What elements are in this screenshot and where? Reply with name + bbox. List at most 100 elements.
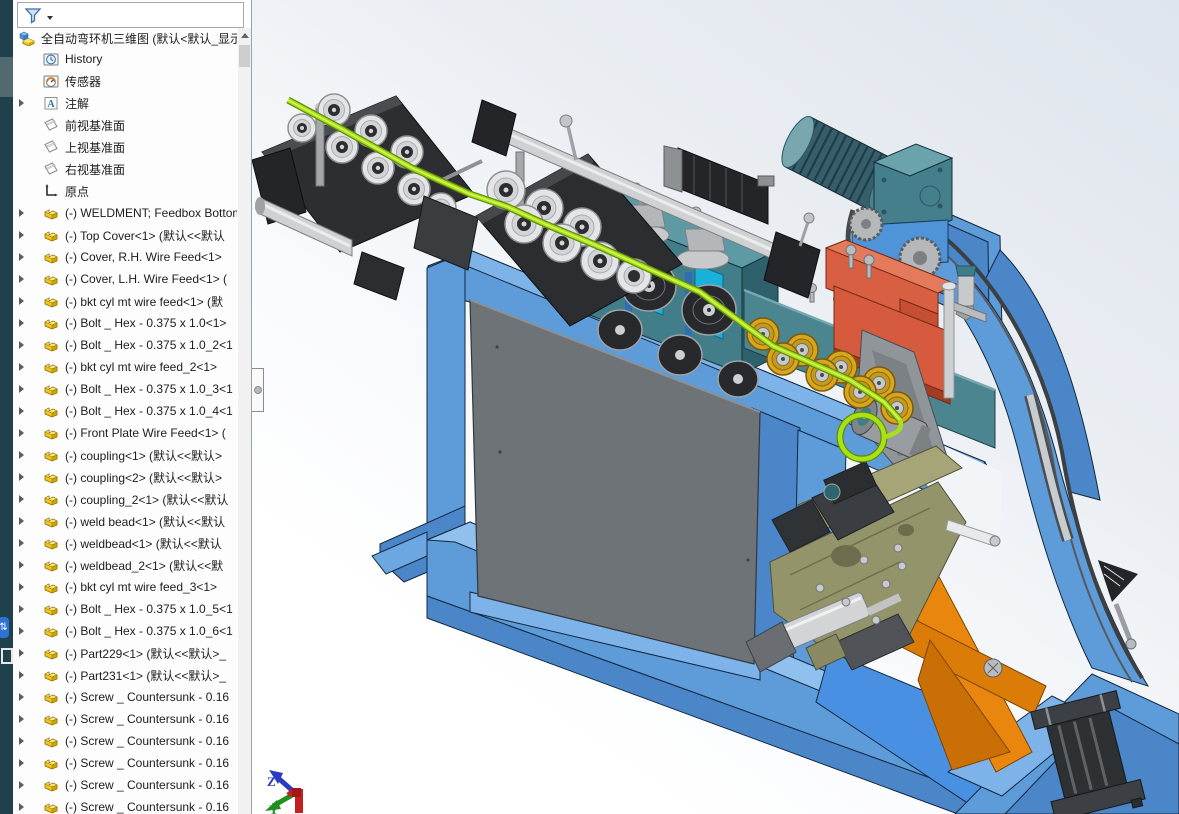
tree-item-icon [43,447,59,463]
tree-scrollbar[interactable] [238,28,251,814]
tree-item-icon [43,623,59,639]
tree-item-label: (-) coupling<2> (默认<<默认> [65,470,223,485]
expand-arrow-icon[interactable] [19,209,29,217]
expand-arrow-icon[interactable] [19,759,29,767]
expand-arrow-icon[interactable] [19,583,29,591]
tree-item-part[interactable]: (-) Bolt _ Hex - 0.375 x 1.0_4<1 [13,400,237,422]
expand-arrow-icon[interactable] [19,275,29,283]
expand-arrow-icon[interactable] [19,803,29,811]
expand-arrow-icon[interactable] [19,99,29,107]
tree-item-label: History [65,52,103,66]
expand-arrow-icon[interactable] [19,693,29,701]
tree-item-part[interactable]: (-) Screw _ Countersunk - 0.16 [13,796,237,814]
tree-item-label: (-) Bolt _ Hex - 0.375 x 1.0<1> [65,316,227,330]
tree-item-part[interactable]: (-) Bolt _ Hex - 0.375 x 1.0<1> [13,312,237,334]
feature-tree-panel: 全自动弯环机三维图 (默认<默认_显示 History 传感器 注解 前视基准面… [13,0,252,814]
expand-arrow-icon[interactable] [19,495,29,503]
tree-item-part[interactable]: (-) Part231<1> (默认<<默认>_ [13,664,237,686]
graphics-viewport[interactable]: Z Y [252,0,1179,814]
tree-item-part[interactable]: (-) weld bead<1> (默认<<默认 [13,510,237,532]
tree-item-part[interactable]: (-) Front Plate Wire Feed<1> ( [13,422,237,444]
expand-arrow-icon[interactable] [19,407,29,415]
expand-arrow-icon[interactable] [19,253,29,261]
model-canvas[interactable]: Z Y [252,0,1179,814]
tree-item-part[interactable]: (-) Screw _ Countersunk - 0.16 [13,752,237,774]
tree-item-part[interactable]: (-) weldbead_2<1> (默认<<默 [13,554,237,576]
expand-arrow-icon[interactable] [19,649,29,657]
expand-arrow-icon[interactable] [19,627,29,635]
expand-arrow-icon[interactable] [19,539,29,547]
tree-item-part[interactable]: (-) bkt cyl mt wire feed<1> (默 [13,290,237,312]
tree-item-part[interactable]: (-) bkt cyl mt wire feed_3<1> [13,576,237,598]
tree-item-icon [43,535,59,551]
expand-arrow-icon[interactable] [19,363,29,371]
tree-item-icon [43,711,59,727]
tree-item-part[interactable]: (-) Top Cover<1> (默认<<默认 [13,224,237,246]
tree-item-sensor[interactable]: 传感器 [13,70,237,92]
tree-item-origin[interactable]: 原点 [13,180,237,202]
tree-item-part[interactable]: (-) Screw _ Countersunk - 0.16 [13,686,237,708]
tree-root-label: 全自动弯环机三维图 (默认<默认_显示 [41,31,237,46]
splitter-grip-icon [254,386,262,394]
tree-item-icon [43,469,59,485]
tree-item-icon [43,755,59,771]
expand-arrow-icon[interactable] [19,451,29,459]
tree-item-icon [43,117,59,133]
tree-item-label: (-) Screw _ Countersunk - 0.16 [65,712,230,726]
expand-arrow-icon[interactable] [19,385,29,393]
tree-item-plane[interactable]: 前视基准面 [13,114,237,136]
tree-filter-bar[interactable] [17,2,244,28]
expand-arrow-icon[interactable] [19,561,29,569]
tree-item-label: (-) coupling<1> (默认<<默认> [65,448,223,463]
tree-item-label: 原点 [65,184,90,199]
tree-item-label: (-) Bolt _ Hex - 0.375 x 1.0_2<1 [65,338,233,352]
tree-item-annotation[interactable]: 注解 [13,92,237,114]
tree-item-plane[interactable]: 右视基准面 [13,158,237,180]
panel-splitter[interactable] [252,368,264,412]
tree-item-part[interactable]: (-) Bolt _ Hex - 0.375 x 1.0_3<1 [13,378,237,400]
tree-item-part[interactable]: (-) WELDMENT; Feedbox Bottom [13,202,237,224]
filter-dropdown-caret[interactable] [47,16,53,20]
tree-item-part[interactable]: (-) coupling<1> (默认<<默认> [13,444,237,466]
tree-item-part[interactable]: (-) bkt cyl mt wire feed_2<1> [13,356,237,378]
tree-item-part[interactable]: (-) coupling_2<1> (默认<<默认 [13,488,237,510]
expand-arrow-icon[interactable] [19,737,29,745]
tree-item-label: 前视基准面 [65,118,126,133]
tree-item-part[interactable]: (-) Screw _ Countersunk - 0.16 [13,774,237,796]
tree-item-label: (-) Screw _ Countersunk - 0.16 [65,756,230,770]
tree-item-part[interactable]: (-) Part229<1> (默认<<默认>_ [13,642,237,664]
tree-item-part[interactable]: (-) Bolt _ Hex - 0.375 x 1.0_2<1 [13,334,237,356]
tree-item-part[interactable]: (-) Bolt _ Hex - 0.375 x 1.0_5<1 [13,598,237,620]
tree-item-part[interactable]: (-) Bolt _ Hex - 0.375 x 1.0_6<1 [13,620,237,642]
expand-arrow-icon[interactable] [19,781,29,789]
expand-arrow-icon[interactable] [19,715,29,723]
tree-item-icon [43,161,59,177]
expand-arrow-icon[interactable] [19,473,29,481]
expand-arrow-icon[interactable] [19,605,29,613]
expand-arrow-icon[interactable] [19,319,29,327]
dock-window-outline-icon[interactable] [1,648,13,664]
tree-root-item[interactable]: 全自动弯环机三维图 (默认<默认_显示 [13,28,237,48]
scroll-up-arrow-icon[interactable] [238,28,251,42]
tree-item-part[interactable]: (-) Screw _ Countersunk - 0.16 [13,708,237,730]
expand-arrow-icon[interactable] [19,671,29,679]
dock-tab[interactable] [0,57,13,97]
expand-arrow-icon[interactable] [19,429,29,437]
expand-arrow-icon[interactable] [19,231,29,239]
scrollbar-thumb[interactable] [239,45,250,67]
tree-item-part[interactable]: (-) Cover, R.H. Wire Feed<1> [13,246,237,268]
tree-item-part[interactable]: (-) Screw _ Countersunk - 0.16 [13,730,237,752]
expand-arrow-icon[interactable] [19,341,29,349]
tree-item-part[interactable]: (-) Cover, L.H. Wire Feed<1> ( [13,268,237,290]
tree-item-icon [43,73,59,89]
tree-item-part[interactable]: (-) coupling<2> (默认<<默认> [13,466,237,488]
tree-item-label: (-) Screw _ Countersunk - 0.16 [65,800,230,814]
tree-item-part[interactable]: (-) weldbead<1> (默认<<默认 [13,532,237,554]
dock-app-icon[interactable]: ⇅ [0,617,9,638]
expand-arrow-icon[interactable] [19,517,29,525]
expand-arrow-icon[interactable] [19,297,29,305]
tree-item-plane[interactable]: 上视基准面 [13,136,237,158]
tree-item-icon [43,315,59,331]
tree-item-label: 上视基准面 [65,140,126,155]
tree-item-history[interactable]: History [13,48,237,70]
